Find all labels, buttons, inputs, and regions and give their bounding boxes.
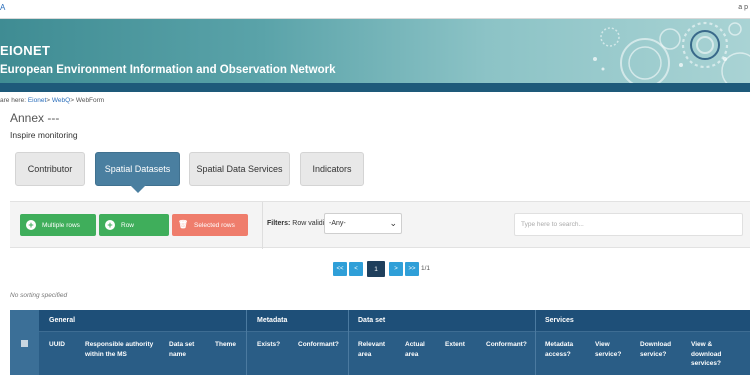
filters-label: Filters: Row validity — [267, 220, 330, 227]
group-divider — [348, 310, 349, 375]
chevron-down-icon: ⌄ — [389, 218, 397, 228]
column-header-uuid[interactable]: UUID — [49, 340, 79, 350]
tab-spatial-data-services[interactable]: Spatial Data Services — [189, 152, 290, 186]
pagination-first-button[interactable]: << — [333, 262, 347, 276]
tab-spatial-datasets[interactable]: Spatial Datasets — [95, 152, 180, 193]
search-input[interactable]: Type here to search... — [514, 213, 743, 236]
group-divider — [535, 310, 536, 375]
group-services: Services — [545, 317, 574, 324]
banner-bottom-band — [0, 83, 750, 92]
top-utility-bar: A a p — [0, 0, 750, 19]
add-row-button[interactable]: + Row — [99, 214, 169, 236]
column-header-metadata-access[interactable]: Metadata access? — [545, 340, 585, 359]
tab-contributor[interactable]: Contributor — [15, 152, 85, 186]
group-divider — [246, 310, 247, 375]
select-all-checkbox[interactable] — [21, 340, 28, 347]
pagination-prev-button[interactable]: < — [349, 262, 363, 276]
pagination-last-button[interactable]: >> — [405, 262, 419, 276]
pagination-current-page[interactable]: 1 — [367, 261, 385, 277]
pagination-next-button[interactable]: > — [389, 262, 403, 276]
page-title: Annex --- — [10, 111, 60, 125]
user-menu-fragment[interactable]: a p — [738, 4, 748, 11]
breadcrumb-item-webform: WebForm — [75, 97, 105, 104]
row-validity-select[interactable]: -Any- ⌄ — [324, 213, 402, 234]
data-table-header: General Metadata Data set Services UUID … — [10, 310, 750, 375]
column-header-dataset-conformant[interactable]: Conformant? — [486, 340, 534, 350]
page-subtitle: Inspire monitoring — [10, 130, 78, 140]
top-left-link[interactable]: A — [0, 3, 5, 12]
column-header-view-download-services[interactable]: View & download services? — [691, 340, 739, 369]
column-header-view-service[interactable]: View service? — [595, 340, 627, 359]
column-group-row — [39, 310, 750, 332]
delete-selected-rows-button[interactable]: 🗑 Selected rows — [172, 214, 248, 236]
pagination-info: 1/1 — [421, 265, 431, 272]
column-header-responsible-authority[interactable]: Responsible authority within the MS — [85, 340, 157, 359]
trash-icon: 🗑 — [177, 220, 189, 229]
group-data-set: Data set — [358, 317, 386, 324]
column-header-relevant-area[interactable]: Relevant area — [358, 340, 392, 359]
decorative-circles-icon — [593, 21, 750, 83]
column-header-metadata-conformant[interactable]: Conformant? — [298, 340, 346, 350]
breadcrumb-item-webq[interactable]: WebQ — [52, 97, 70, 104]
breadcrumb-prefix: are here: — [0, 97, 27, 104]
column-header-dataset-name[interactable]: Data set name — [169, 340, 205, 359]
breadcrumb-separator: > — [70, 97, 74, 104]
site-subtitle: European Environment Information and Obs… — [0, 64, 336, 76]
breadcrumb-separator: > — [46, 97, 51, 104]
site-banner: EIONET European Environment Information … — [0, 19, 750, 83]
row-validity-value: -Any- — [329, 220, 346, 227]
toolbar-divider — [262, 202, 263, 249]
group-metadata: Metadata — [257, 317, 288, 324]
filters-title: Filters: — [267, 220, 291, 227]
add-row-label: Row — [121, 221, 135, 229]
plus-icon: + — [26, 220, 36, 230]
add-multiple-rows-button[interactable]: + Multiple rows — [20, 214, 96, 236]
group-general: General — [49, 317, 76, 324]
select-all-column — [10, 310, 39, 375]
column-header-extent[interactable]: Extent — [445, 340, 475, 350]
delete-selected-rows-label: Selected rows — [194, 221, 235, 229]
column-header-metadata-exists[interactable]: Exists? — [257, 340, 287, 350]
sorting-note: No sorting specified — [10, 292, 68, 299]
column-header-download-service[interactable]: Download service? — [640, 340, 680, 359]
add-multiple-rows-label: Multiple rows — [42, 221, 80, 229]
column-header-actual-area[interactable]: Actual area — [405, 340, 433, 359]
tab-indicators[interactable]: Indicators — [300, 152, 364, 186]
plus-icon: + — [105, 220, 115, 230]
column-header-theme[interactable]: Theme — [215, 340, 243, 350]
site-brand[interactable]: EIONET — [0, 43, 50, 58]
breadcrumb: are here: Eionet> WebQ> WebForm — [0, 97, 104, 104]
breadcrumb-item-eionet[interactable]: Eionet — [28, 97, 46, 104]
